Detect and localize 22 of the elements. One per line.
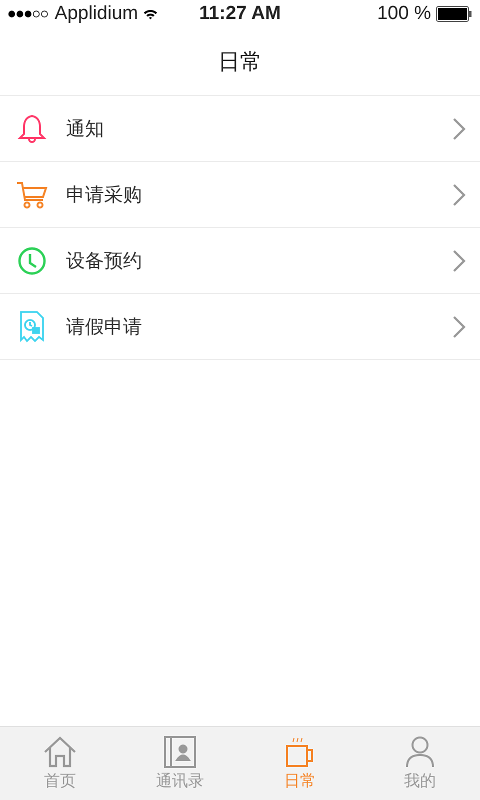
nav-title: 日常 [218,48,262,76]
chevron-icon [452,182,466,206]
chevron-icon [452,248,466,272]
item-label: 请假申请 [66,314,143,340]
person-icon [405,736,435,768]
item-label: 设备预约 [66,248,143,274]
list-item[interactable]: 申请采购 [0,162,480,228]
signal-icon [8,9,50,19]
contacts-icon [164,736,196,768]
status-time: 11:27 AM [199,3,281,25]
list-item[interactable]: 请假申请 [0,294,480,360]
carrier-name: Applidium [54,3,138,25]
battery-percent: 100 % [377,3,431,25]
list-item[interactable]: 通知 [0,96,480,162]
battery-icon [436,6,472,22]
chevron-icon [452,314,466,338]
item-label: 通知 [66,116,105,142]
cup-icon [285,736,315,768]
home-icon [43,736,77,768]
list-item[interactable]: 设备预约 [0,228,480,294]
chevron-icon [452,116,466,140]
item-label: 申请采购 [66,182,143,208]
